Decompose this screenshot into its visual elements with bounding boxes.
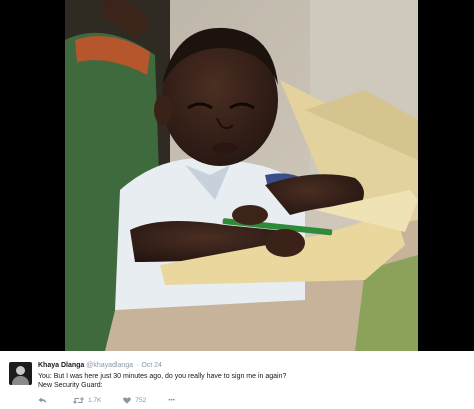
reply-icon — [38, 397, 47, 403]
header-separator: · — [136, 362, 139, 369]
tweet-text-line-2: New Security Guard: — [38, 382, 103, 389]
tweet-text-line-1: You: But I was here just 30 minutes ago,… — [38, 373, 287, 380]
heart-icon — [123, 396, 132, 404]
avatar[interactable] — [9, 362, 32, 385]
more-button[interactable]: ••• — [168, 397, 175, 404]
retweet-icon — [73, 396, 84, 404]
tweet-photo[interactable] — [65, 0, 418, 351]
like-count: 752 — [135, 396, 147, 404]
retweet-count: 1.7K — [88, 396, 102, 404]
avatar-head-shape — [16, 366, 25, 375]
tweet-date[interactable]: Oct 24 — [141, 362, 162, 369]
author-name[interactable]: Khaya Dlanga — [38, 362, 84, 369]
reply-button[interactable] — [38, 397, 51, 404]
retweet-button[interactable]: 1.7K — [73, 397, 101, 404]
author-handle[interactable]: @khayadlanga — [86, 362, 133, 369]
photo-illustration — [65, 0, 418, 351]
like-button[interactable]: 752 — [123, 397, 146, 404]
tweet-header: Khaya Dlanga @khayadlanga · Oct 24 — [38, 362, 162, 370]
tweet: Khaya Dlanga @khayadlanga · Oct 24 You: … — [0, 351, 474, 409]
tweet-text: You: But I was here just 30 minutes ago,… — [38, 372, 458, 390]
more-icon: ••• — [168, 396, 176, 404]
tweet-actions: 1.7K 752 ••• — [38, 395, 197, 405]
media-frame — [0, 0, 474, 351]
avatar-torso-shape — [12, 376, 29, 385]
